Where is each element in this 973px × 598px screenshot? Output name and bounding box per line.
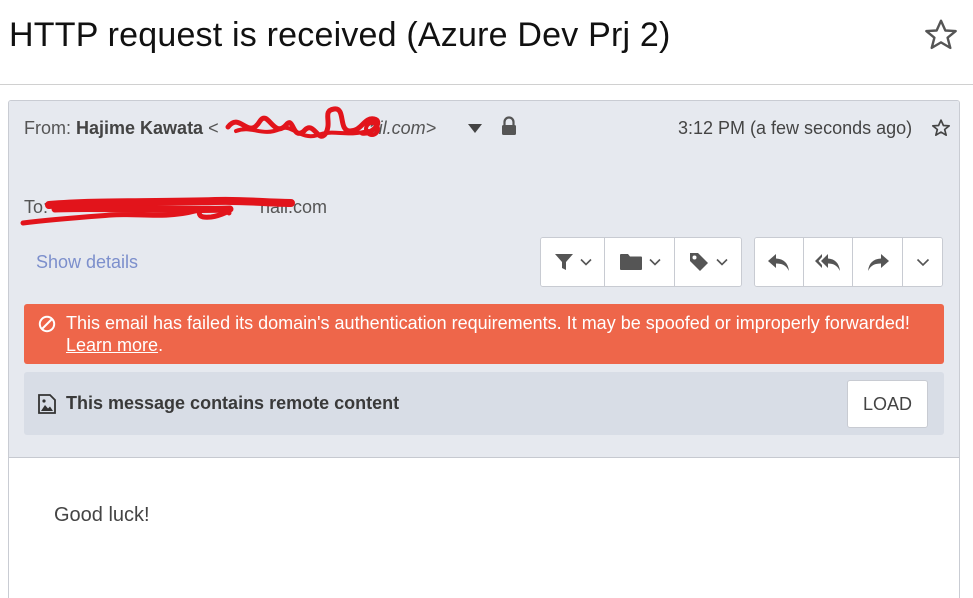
warning-suffix: . xyxy=(158,335,164,355)
reply-button[interactable] xyxy=(755,238,804,286)
from-label: From: xyxy=(24,118,71,138)
reply-all-button[interactable] xyxy=(804,238,853,286)
move-to-folder-button[interactable] xyxy=(605,238,675,286)
warning-text: This email has failed its domain's authe… xyxy=(66,313,910,333)
ban-icon xyxy=(38,315,56,333)
message-card: From: Hajime Kawata < ail.com> 3:12 PM (a… xyxy=(8,100,960,598)
chevron-down-icon xyxy=(916,258,929,266)
message-header: From: Hajime Kawata < ail.com> 3:12 PM (a… xyxy=(9,101,959,458)
load-remote-content-button[interactable]: LOAD xyxy=(847,380,928,428)
authentication-warning-banner: This email has failed its domain's authe… xyxy=(24,304,944,364)
message-actions-group xyxy=(540,237,742,287)
more-actions-button[interactable] xyxy=(903,238,942,286)
image-icon xyxy=(38,394,56,414)
filter-icon xyxy=(554,254,573,270)
received-time: 3:12 PM (a few seconds ago) xyxy=(678,118,913,138)
subject-bar: HTTP request is received (Azure Dev Prj … xyxy=(0,0,973,85)
filter-button[interactable] xyxy=(541,238,605,286)
star-icon[interactable] xyxy=(931,118,951,138)
to-line: To: nail.com xyxy=(24,197,327,218)
sender-address[interactable]: < ail.com> xyxy=(208,118,436,138)
sender-menu-caret-icon[interactable] xyxy=(467,122,483,134)
reply-actions-group xyxy=(754,237,943,287)
reply-all-icon xyxy=(815,254,840,271)
chevron-down-icon xyxy=(648,258,661,266)
email-subject: HTTP request is received (Azure Dev Prj … xyxy=(9,16,671,54)
recipient-address[interactable]: nail.com xyxy=(260,197,327,217)
to-label: To: xyxy=(24,197,49,217)
chevron-down-icon xyxy=(579,258,592,266)
chevron-down-icon xyxy=(716,258,728,266)
show-details-link[interactable]: Show details xyxy=(36,252,138,273)
learn-more-link[interactable]: Learn more xyxy=(66,335,158,355)
label-button[interactable] xyxy=(675,238,741,286)
lock-icon xyxy=(502,116,516,135)
sender-name[interactable]: Hajime Kawata xyxy=(76,118,203,138)
remote-content-text: This message contains remote content xyxy=(66,393,400,413)
forward-button[interactable] xyxy=(853,238,903,286)
remote-content-bar: This message contains remote content LOA… xyxy=(24,372,944,435)
from-line: From: Hajime Kawata < ail.com> xyxy=(24,118,436,139)
folder-icon xyxy=(619,254,642,270)
star-icon[interactable] xyxy=(922,17,960,53)
message-body: Good luck! xyxy=(54,504,150,526)
tag-icon xyxy=(690,253,708,271)
forward-icon xyxy=(867,254,889,271)
reply-icon xyxy=(768,254,789,271)
